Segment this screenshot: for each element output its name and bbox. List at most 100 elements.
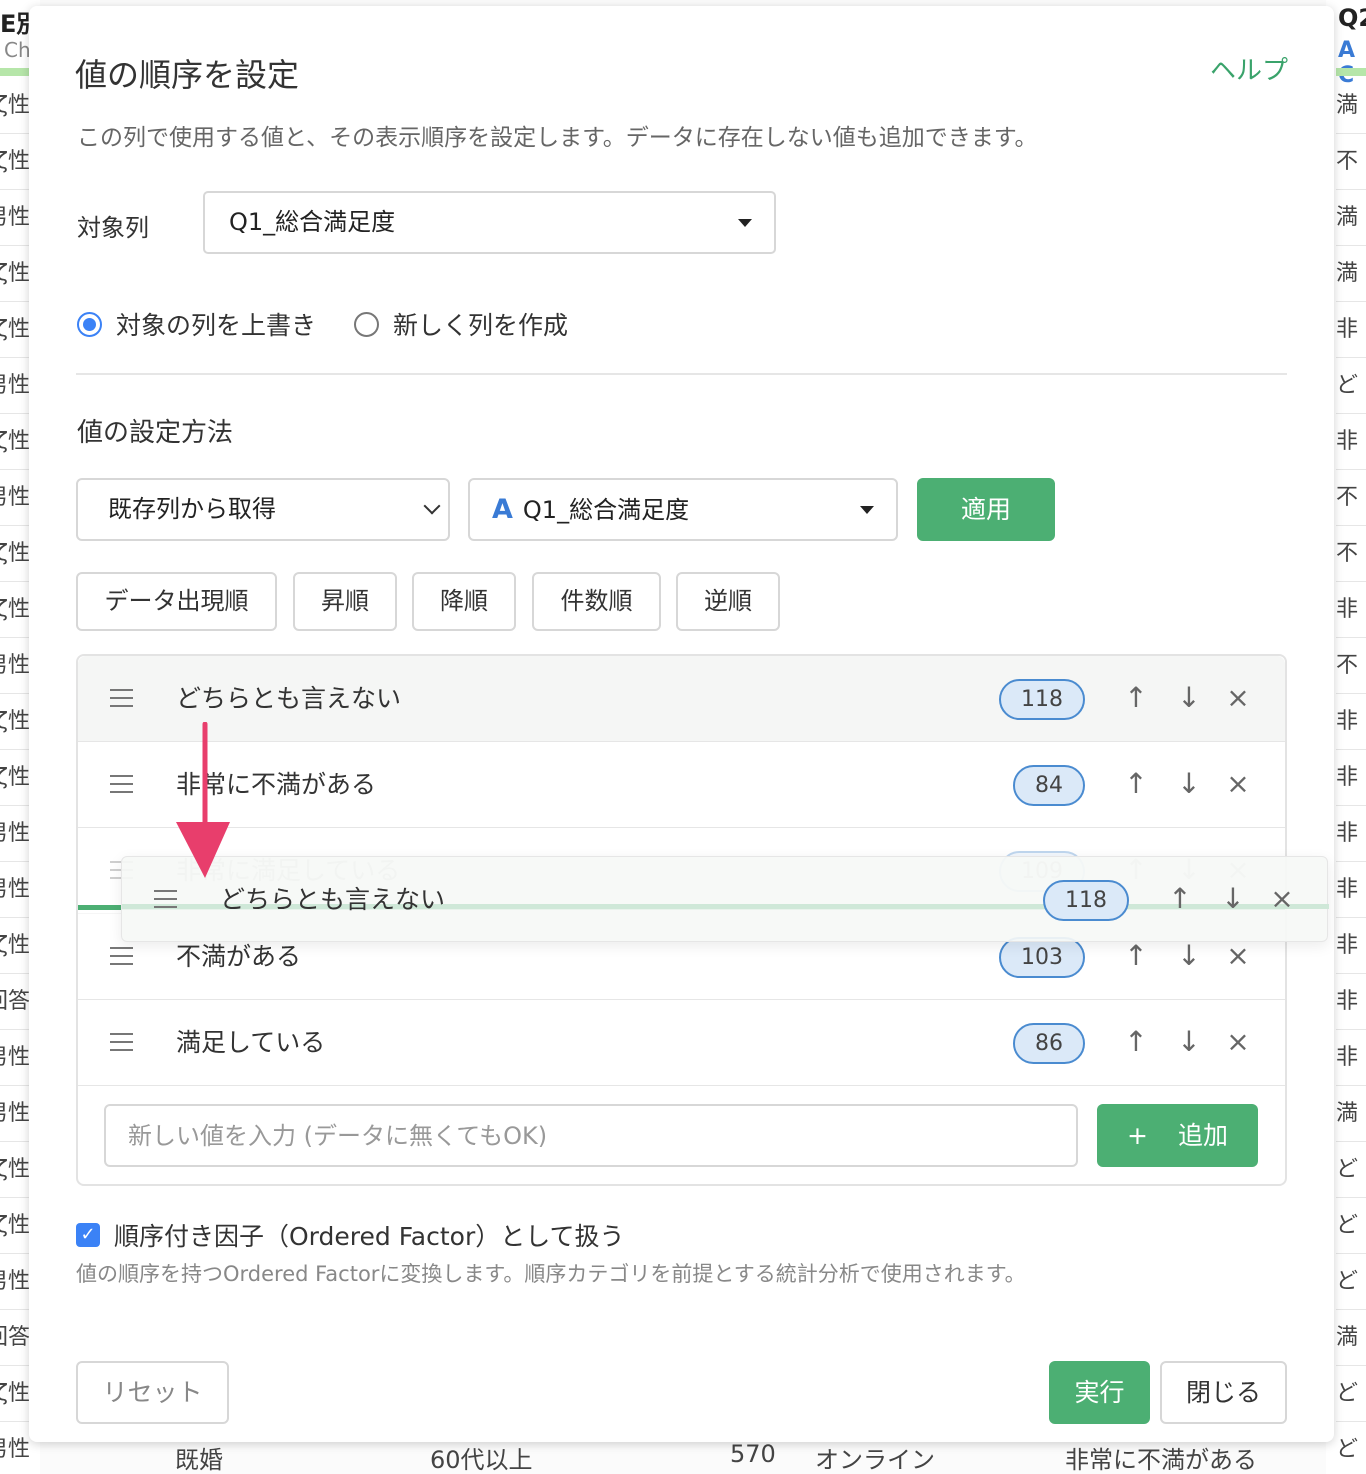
run-button[interactable]: 実行 [1049,1361,1150,1424]
sort-reverse-button[interactable]: 逆順 [676,572,780,631]
bg-cell: 男性 [0,862,30,918]
ordered-factor-description: 値の順序を持つOrdered Factorに変換します。順序カテゴリを前提とする… [76,1262,1026,1286]
list-item[interactable]: 満足している 86 ↑ ↓ × [78,1000,1285,1086]
sort-appearance-button[interactable]: データ出現順 [76,572,277,631]
drag-arrow-icon [176,722,230,878]
move-up-icon[interactable]: ↑ [1118,938,1154,974]
source-column-value: Q1_総合満足度 [522,496,690,524]
bg-cell: 不 [1336,526,1366,582]
target-column-select[interactable]: Q1_総合満足度 [203,191,776,254]
value-list: どちらとも言えない 118 ↑ ↓ × 非常に不満がある 84 ↑ ↓ × 非常… [76,654,1329,1186]
bg-cell: 非 [1336,806,1366,862]
move-up-icon[interactable]: ↑ [1118,680,1154,716]
bg-cell: 満 [1336,190,1366,246]
bg-cell: 非 [1336,302,1366,358]
move-down-icon[interactable]: ↓ [1171,1024,1207,1060]
bg-cell: 非 [1336,974,1366,1030]
help-link[interactable]: ヘルプ [1210,50,1288,87]
bg-cell: ど [1336,1142,1366,1198]
dragging-list-item[interactable]: どちらとも言えない 118 ↑ ↓ × [121,856,1329,942]
bg-column-bar-right [1336,68,1366,76]
drag-handle-icon[interactable] [154,890,177,908]
radio-overwrite-label[interactable]: 対象の列を上書き [116,306,316,342]
bg-cell: 男性 [0,470,30,526]
ordered-factor-option[interactable]: ✓ 順序付き因子（Ordered Factor）として扱う [76,1217,624,1253]
value-label: 満足している [176,1028,326,1057]
bg-cell: オンライン [815,1446,935,1474]
move-down-icon[interactable]: ↓ [1215,881,1251,917]
bg-cell: ζ性 [0,134,30,190]
new-value-input[interactable] [104,1104,1078,1167]
bg-cell: ど [1336,1254,1366,1310]
count-badge: 118 [1043,880,1129,921]
move-up-icon[interactable]: ↑ [1118,1024,1154,1060]
bg-cell: ζ性 [0,1198,30,1254]
method-select[interactable]: 既存列から取得 [76,478,450,541]
bg-cell: ζ性 [0,1142,30,1198]
method-value: 既存列から取得 [108,495,276,523]
bg-cell: ど [1336,1422,1366,1474]
radio-overwrite[interactable] [77,311,102,337]
apply-button[interactable]: 適用 [917,478,1055,541]
remove-icon[interactable]: × [1220,766,1256,802]
bg-cell: 回答 [0,974,30,1030]
method-label: 値の設定方法 [77,418,234,448]
bg-cell: ζ性 [0,694,30,750]
bg-cell: 男性 [0,806,30,862]
remove-icon[interactable]: × [1220,680,1256,716]
drag-handle-icon[interactable] [110,947,133,965]
close-button[interactable]: 閉じる [1160,1361,1287,1424]
bg-cell: 570 [730,1440,776,1468]
plus-icon: + [1127,1121,1148,1150]
list-item[interactable]: どちらとも言えない 118 ↑ ↓ × [78,656,1285,742]
sort-count-button[interactable]: 件数順 [532,572,661,631]
add-value-button[interactable]: + 追加 [1097,1104,1258,1167]
bg-cell: ζ性 [0,414,30,470]
bg-cell: ζ性 [0,750,30,806]
drag-handle-icon[interactable] [110,775,133,793]
dialog-description: この列で使用する値と、その表示順序を設定します。データに存在しない値も追加できま… [77,125,1038,151]
bg-cell: 男性 [0,190,30,246]
bg-cell: 男性 [0,1030,30,1086]
caret-down-icon [738,219,752,227]
drag-handle-icon[interactable] [110,1033,133,1051]
bg-column-header-right: Q2 [1338,4,1366,32]
reset-button[interactable]: リセット [76,1361,229,1424]
bg-cell: ζ性 [0,302,30,358]
list-item[interactable]: 非常に不満がある 84 ↑ ↓ × [78,742,1285,828]
move-down-icon[interactable]: ↓ [1171,766,1207,802]
text-type-icon: A [492,494,513,525]
remove-icon[interactable]: × [1220,938,1256,974]
bg-cell: 非 [1336,694,1366,750]
move-up-icon[interactable]: ↑ [1162,881,1198,917]
bg-cell: 男性 [0,1254,30,1310]
bg-cell: 男性 [0,1086,30,1142]
output-mode-radio-group: 対象の列を上書き 新しく列を作成 [77,306,606,342]
bg-cell: 満 [1336,246,1366,302]
remove-icon[interactable]: × [1220,1024,1256,1060]
bg-cell: 非 [1336,582,1366,638]
source-column-select[interactable]: A Q1_総合満足度 [468,478,898,541]
bg-cell: 満 [1336,78,1366,134]
move-down-icon[interactable]: ↓ [1171,680,1207,716]
bg-cell: ζ性 [0,918,30,974]
target-column-label: 対象列 [77,214,149,242]
bg-cell: ど [1336,1366,1366,1422]
radio-new-column-label[interactable]: 新しく列を作成 [393,306,568,342]
radio-new-column[interactable] [354,311,380,337]
bg-cell: 不 [1336,134,1366,190]
bg-cell: 満 [1336,1310,1366,1366]
bg-cell: 満 [1336,1086,1366,1142]
bg-cell: 非 [1336,862,1366,918]
checkbox-checked-icon[interactable]: ✓ [76,1223,100,1247]
bg-cell: 非 [1336,1030,1366,1086]
move-up-icon[interactable]: ↑ [1118,766,1154,802]
sort-descending-button[interactable]: 降順 [412,572,516,631]
remove-icon[interactable]: × [1264,881,1300,917]
bg-cell: 男性 [0,638,30,694]
sort-ascending-button[interactable]: 昇順 [293,572,397,631]
ordered-factor-label[interactable]: 順序付き因子（Ordered Factor）として扱う [114,1217,624,1253]
bg-column-bar-left [0,68,30,76]
move-down-icon[interactable]: ↓ [1171,938,1207,974]
drag-handle-icon[interactable] [110,689,133,707]
